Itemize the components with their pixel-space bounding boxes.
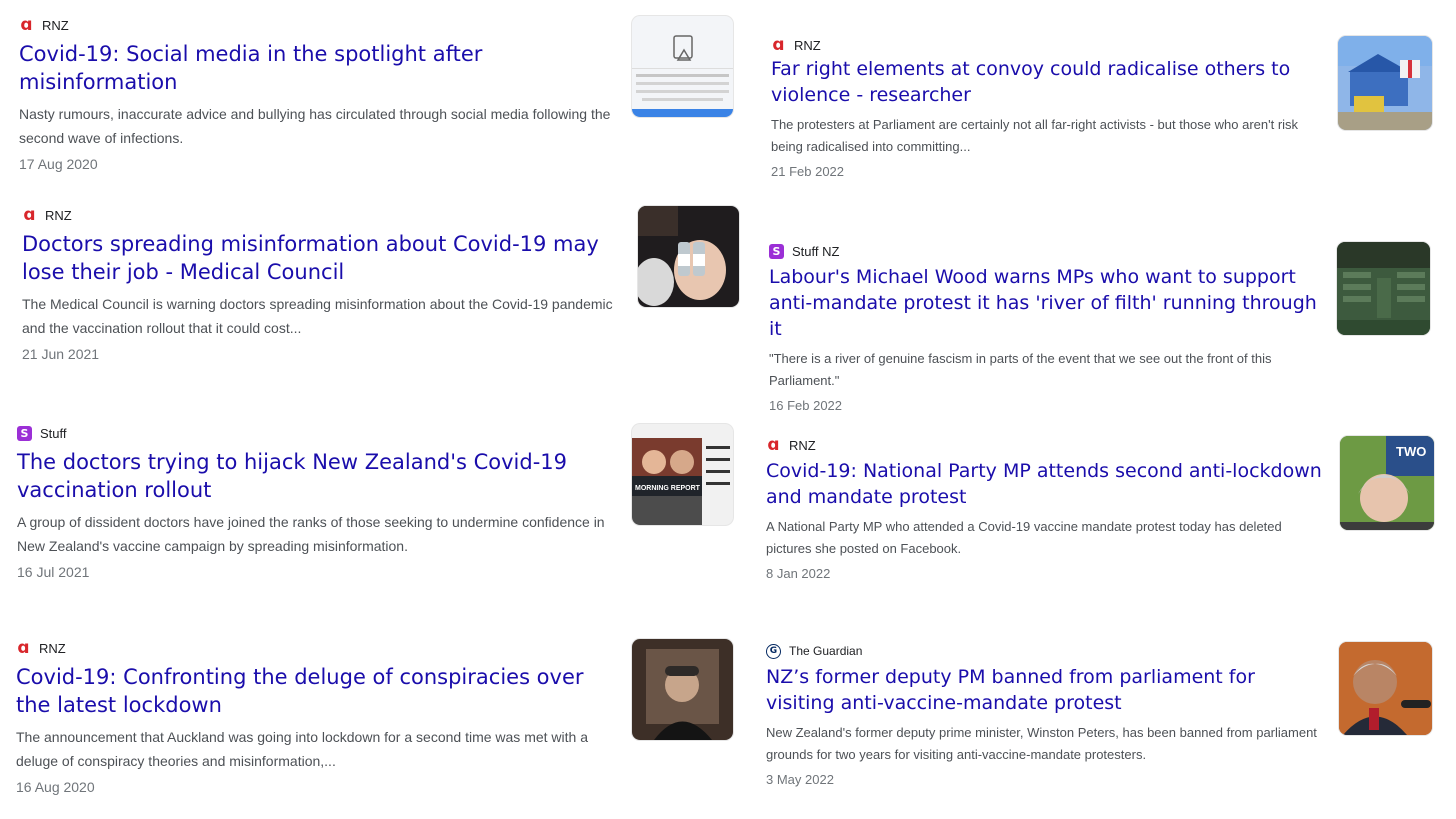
- news-card[interactable]: ɑ RNZ Far right elements at convoy could…: [771, 36, 1323, 179]
- article-title-link[interactable]: Covid-19: Social media in the spotlight …: [19, 40, 619, 96]
- news-card[interactable]: G The Guardian NZ’s former deputy PM ban…: [766, 642, 1326, 787]
- source-name: Stuff NZ: [792, 243, 840, 259]
- morning-report-thumbnail[interactable]: MORNING REPORT: [632, 424, 733, 525]
- morning-report-image: [632, 438, 730, 525]
- article-title-link[interactable]: NZ’s former deputy PM banned from parlia…: [766, 664, 1326, 716]
- article-date: 17 Aug 2020: [19, 156, 98, 172]
- source-row: ɑ RNZ: [19, 16, 619, 34]
- article-title-link[interactable]: Covid-19: National Party MP attends seco…: [766, 458, 1326, 510]
- vaccine-vials-image: [638, 206, 726, 306]
- source-name: RNZ: [45, 207, 72, 223]
- article-date: 21 Jun 2021: [22, 346, 100, 362]
- source-row: ɑ RNZ: [766, 436, 1326, 454]
- source-row: ɑ RNZ: [22, 206, 622, 224]
- article-snippet: A National Party MP who attended a Covid…: [766, 519, 1282, 556]
- article-date: 16 Feb 2022: [769, 398, 843, 413]
- source-name: RNZ: [794, 37, 821, 53]
- news-card[interactable]: ɑ RNZ Covid-19: Confronting the deluge o…: [16, 639, 616, 795]
- protest-camp-thumbnail[interactable]: [1338, 36, 1432, 130]
- facebook-warning-thumbnail[interactable]: [632, 16, 733, 117]
- article-date: 8 Jan 2022: [766, 566, 831, 581]
- source-name: RNZ: [789, 437, 816, 453]
- article-snippet: The protesters at Parliament are certain…: [771, 117, 1299, 154]
- rnz-logo-icon: ɑ: [771, 34, 786, 55]
- mp-portrait-thumbnail[interactable]: TWO: [1340, 436, 1434, 530]
- warning-document-icon: [632, 35, 733, 117]
- guardian-logo-icon: G: [766, 643, 781, 659]
- video-call-man-thumbnail[interactable]: [632, 639, 733, 740]
- article-date: 16 Jul 2021: [17, 564, 90, 580]
- article-snippet: Nasty rumours, inaccurate advice and bul…: [19, 106, 611, 146]
- news-card[interactable]: S Stuff The doctors trying to hijack New…: [17, 424, 617, 580]
- article-title-link[interactable]: Labour's Michael Wood warns MPs who want…: [769, 264, 1329, 342]
- parliament-chamber-image: [1337, 242, 1430, 335]
- source-row: G The Guardian: [766, 642, 1326, 660]
- rnz-logo-icon: ɑ: [22, 204, 37, 225]
- source-row: S Stuff NZ: [769, 242, 1329, 260]
- deputy-pm-portrait-thumbnail[interactable]: [1339, 642, 1432, 735]
- rnz-logo-icon: ɑ: [19, 14, 34, 35]
- parliament-chamber-thumbnail[interactable]: [1337, 242, 1430, 335]
- article-snippet: New Zealand's former deputy prime minist…: [766, 725, 1317, 762]
- article-title-link[interactable]: Far right elements at convoy could radic…: [771, 56, 1323, 108]
- protest-camp-image: [1338, 36, 1432, 130]
- stuff-logo-icon: S: [17, 425, 32, 441]
- stuff-logo-icon: S: [769, 243, 784, 259]
- article-title-link[interactable]: Doctors spreading misinformation about C…: [22, 230, 622, 286]
- rnz-logo-icon: ɑ: [766, 434, 781, 455]
- rnz-logo-icon: ɑ: [16, 637, 31, 658]
- article-title-link[interactable]: Covid-19: Confronting the deluge of cons…: [16, 663, 616, 719]
- article-snippet: "There is a river of genuine fascism in …: [769, 351, 1272, 388]
- news-card[interactable]: S Stuff NZ Labour's Michael Wood warns M…: [769, 242, 1329, 413]
- news-card[interactable]: ɑ RNZ Covid-19: National Party MP attend…: [766, 436, 1326, 581]
- article-date: 16 Aug 2020: [16, 779, 95, 795]
- source-name: RNZ: [42, 17, 69, 33]
- thumbnail-caption: MORNING REPORT: [635, 485, 700, 492]
- article-snippet: A group of dissident doctors have joined…: [17, 514, 605, 554]
- source-row: ɑ RNZ: [771, 36, 1323, 54]
- source-name: The Guardian: [789, 644, 863, 658]
- vaccine-vials-thumbnail[interactable]: [638, 206, 739, 307]
- video-call-man-image: [646, 649, 719, 740]
- article-date: 3 May 2022: [766, 772, 834, 787]
- article-date: 21 Feb 2022: [771, 164, 845, 179]
- news-card[interactable]: ɑ RNZ Doctors spreading misinformation a…: [22, 206, 622, 362]
- deputy-pm-portrait-image: [1339, 642, 1432, 735]
- source-name: Stuff: [40, 425, 67, 441]
- news-card[interactable]: ɑ RNZ Covid-19: Social media in the spot…: [19, 16, 619, 172]
- article-snippet: The Medical Council is warning doctors s…: [22, 296, 613, 336]
- thumbnail-caption: TWO: [1396, 444, 1427, 459]
- article-title-link[interactable]: The doctors trying to hijack New Zealand…: [17, 448, 617, 504]
- source-row: S Stuff: [17, 424, 617, 442]
- source-name: RNZ: [39, 640, 66, 656]
- source-row: ɑ RNZ: [16, 639, 616, 657]
- article-snippet: The announcement that Auckland was going…: [16, 729, 588, 769]
